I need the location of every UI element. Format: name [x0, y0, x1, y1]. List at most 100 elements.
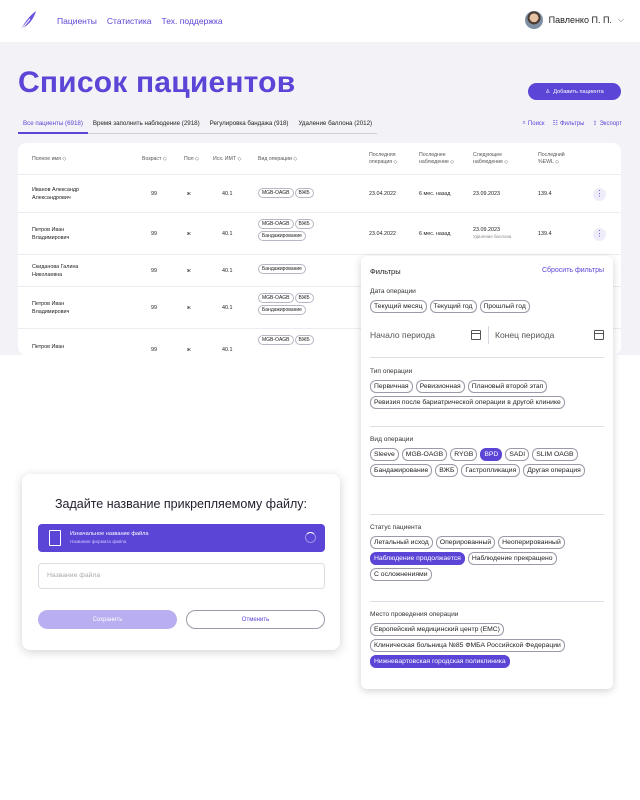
- end-date-input[interactable]: Конец периода: [495, 330, 554, 340]
- filter-chip[interactable]: Ревизия после бариатрической операции в …: [370, 396, 565, 409]
- col-last-obs[interactable]: Последнее наблюдение ◇: [419, 152, 454, 166]
- op-chip: Бандажирование: [258, 231, 306, 241]
- calendar-icon[interactable]: [471, 330, 481, 340]
- op-chip: Бандажирование: [258, 264, 306, 274]
- last-obs-value: 6 мес. назад: [419, 191, 451, 197]
- filter-chip[interactable]: Прошлый год: [479, 300, 530, 313]
- col-ewl[interactable]: Последний %EWL ◇: [538, 152, 565, 166]
- filter-chip[interactable]: Гастропликация: [461, 464, 521, 477]
- filter-chip-selected[interactable]: BPD: [480, 448, 503, 461]
- tab-balloon-removal[interactable]: Удаление баллона (2012): [293, 118, 378, 134]
- tab-observation-due[interactable]: Время заполнить наблюдение (2918): [87, 118, 205, 134]
- filter-chip[interactable]: С осложнениями: [370, 568, 432, 581]
- save-button[interactable]: Сохранить: [38, 610, 177, 629]
- filter-chip[interactable]: SADI: [505, 448, 530, 461]
- page-title: Список пациентов: [18, 66, 296, 99]
- reset-filters-link[interactable]: Сбросить фильтры: [542, 267, 604, 274]
- filter-chip[interactable]: Ревизионная: [415, 380, 465, 393]
- filter-chip[interactable]: Бандажирование: [370, 464, 433, 477]
- op-chip: MGB-OAGB: [258, 293, 294, 303]
- nav-link-patients[interactable]: Пациенты: [57, 16, 97, 26]
- filter-chip-selected[interactable]: Наблюдение продолжается: [370, 552, 465, 565]
- bmi-value: 40.1: [222, 347, 233, 353]
- filters-title: Фильтры: [370, 267, 401, 276]
- op-chip: ВЖБ: [294, 219, 314, 229]
- col-last-op-label-1: Последняя: [369, 152, 396, 158]
- filter-status: Статус пациента Летальный исход Опериров…: [370, 524, 604, 581]
- search-tool[interactable]: ⌕ Поиск: [523, 120, 545, 127]
- file-name-input[interactable]: Название файла: [38, 563, 325, 589]
- col-age-label: Возраст: [142, 156, 162, 162]
- patient-patronymic: Владимирович: [32, 235, 70, 241]
- upload-icon: ⇪: [592, 121, 598, 127]
- col-ewl-label-2: %EWL: [538, 159, 554, 165]
- col-last-op[interactable]: Последняя операция ◇: [369, 152, 397, 166]
- filter-chip[interactable]: Плановый второй этап: [467, 380, 548, 393]
- sliders-icon: ☷: [552, 121, 558, 127]
- filter-chip[interactable]: Оперированный: [435, 536, 496, 549]
- col-op-type[interactable]: Вид операции ◇: [258, 156, 297, 163]
- op-chip: MGB-OAGB: [258, 335, 294, 345]
- export-tool[interactable]: ⇪ Экспорт: [592, 120, 622, 128]
- last-op-value: 23.04.2022: [369, 231, 396, 237]
- calendar-icon[interactable]: [594, 330, 604, 340]
- tab-band-adjustment[interactable]: Регулировка бандажа (918): [204, 118, 294, 134]
- filters-tool[interactable]: ☷ Фильтры: [552, 120, 585, 128]
- row-menu-icon[interactable]: ⋮: [593, 188, 606, 201]
- bmi-value: 40.1: [222, 305, 233, 311]
- col-last-obs-label-1: Последнее: [419, 152, 446, 158]
- age-value: 99: [151, 268, 157, 274]
- table-header: Полное имя ◇ Возраст ◇ Пол ◇ Исх. ИМТ ◇ …: [18, 143, 621, 175]
- filter-chip[interactable]: SLIM OAGB: [532, 448, 578, 461]
- table-row[interactable]: Иванов Александр Александрович 99 ж 40.1 …: [18, 176, 621, 213]
- filter-chip[interactable]: Другая операция: [523, 464, 585, 477]
- start-date-input[interactable]: Начало периода: [370, 330, 435, 340]
- last-op-value: 23.04.2022: [369, 191, 396, 197]
- op-chip: MGB-OAGB: [258, 219, 294, 229]
- divider: [370, 601, 604, 602]
- cancel-button[interactable]: Отменить: [186, 610, 325, 629]
- nav-link-support[interactable]: Тех. поддержка: [162, 16, 223, 26]
- add-patient-button[interactable]: ♙ Добавить пациента: [528, 83, 621, 100]
- filter-chip[interactable]: RYGB: [450, 448, 478, 461]
- avatar: [524, 11, 543, 29]
- filter-chip[interactable]: Неоперированный: [498, 536, 565, 549]
- feather-logo-icon[interactable]: [18, 10, 38, 32]
- filters-panel: Фильтры Сбросить фильтры Дата операции Т…: [361, 256, 613, 689]
- next-obs-value: 23.09.2023: [473, 227, 500, 233]
- col-name-label: Полное имя: [32, 156, 61, 162]
- filter-chip[interactable]: ВЖБ: [435, 464, 459, 477]
- nav-link-statistics[interactable]: Статистика: [107, 16, 152, 26]
- col-name[interactable]: Полное имя ◇: [32, 156, 66, 163]
- user-menu[interactable]: Павленко П. П. ⌵: [524, 11, 624, 29]
- filter-chip-selected[interactable]: Нижневартовская городская поликлиника: [370, 655, 510, 668]
- export-label: Экспорт: [599, 120, 622, 127]
- filter-chip[interactable]: Клиническая больница №85 ФМБА Российской…: [370, 639, 565, 652]
- filter-chip[interactable]: Текущий год: [429, 300, 477, 313]
- table-row[interactable]: Петров Иван Владимирович 99 ж 40.1 MGB-OA…: [18, 213, 621, 255]
- filter-op-kind: Тип операции Первичная Ревизионная Плано…: [370, 368, 604, 409]
- filter-chip[interactable]: Текущий месяц: [370, 300, 427, 313]
- col-op-type-label: Вид операции: [258, 156, 292, 162]
- filter-chip[interactable]: MGB-OAGB: [401, 448, 448, 461]
- op-chip: Бандажирование: [258, 305, 306, 315]
- sex-value: ж: [187, 268, 191, 274]
- add-patient-label: Добавить пациента: [553, 88, 604, 95]
- row-menu-icon[interactable]: ⋮: [593, 228, 606, 241]
- col-bmi[interactable]: Исх. ИМТ ◇: [213, 156, 241, 163]
- col-sex[interactable]: Пол ◇: [184, 156, 199, 163]
- op-chip: MGB-OAGB: [258, 188, 294, 198]
- col-age[interactable]: Возраст ◇: [142, 156, 167, 163]
- op-chip: ВЖБ: [294, 188, 314, 198]
- filter-place: Место проведения операции Европейский ме…: [370, 611, 604, 668]
- filter-chip[interactable]: Летальный исход: [370, 536, 433, 549]
- col-next-obs-label-1: Следующее: [473, 152, 503, 158]
- filter-label: Вид операции: [370, 436, 414, 443]
- filter-chip[interactable]: Sleeve: [370, 448, 399, 461]
- age-value: 99: [151, 191, 157, 197]
- filter-chip[interactable]: Первичная: [370, 380, 413, 393]
- tab-all-patients[interactable]: Все пациенты (6918): [18, 118, 88, 134]
- filter-chip[interactable]: Европейский медицинский центр (EMC): [370, 623, 504, 636]
- col-next-obs[interactable]: Следующее наблюдение ◇: [473, 152, 508, 166]
- filter-chip[interactable]: Наблюдение прекращено: [467, 552, 557, 565]
